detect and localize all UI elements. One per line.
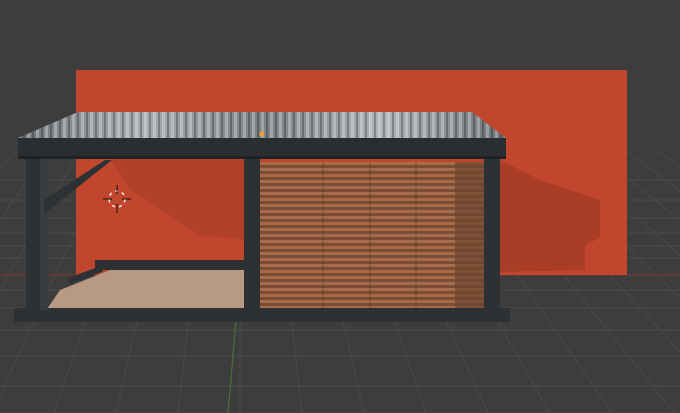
floor-inner-beam xyxy=(95,260,245,270)
post-middle[interactable] xyxy=(244,158,260,312)
louver-wall-back xyxy=(455,162,485,308)
post-left-inner xyxy=(40,158,48,310)
louver-wall[interactable] xyxy=(258,162,486,308)
roof-beam[interactable] xyxy=(18,138,506,158)
origin-point-icon[interactable] xyxy=(259,131,265,137)
3d-viewport[interactable] xyxy=(0,0,680,413)
post-right[interactable] xyxy=(484,158,500,310)
roof-beam-edge xyxy=(18,156,506,159)
floor-rim xyxy=(14,308,510,322)
